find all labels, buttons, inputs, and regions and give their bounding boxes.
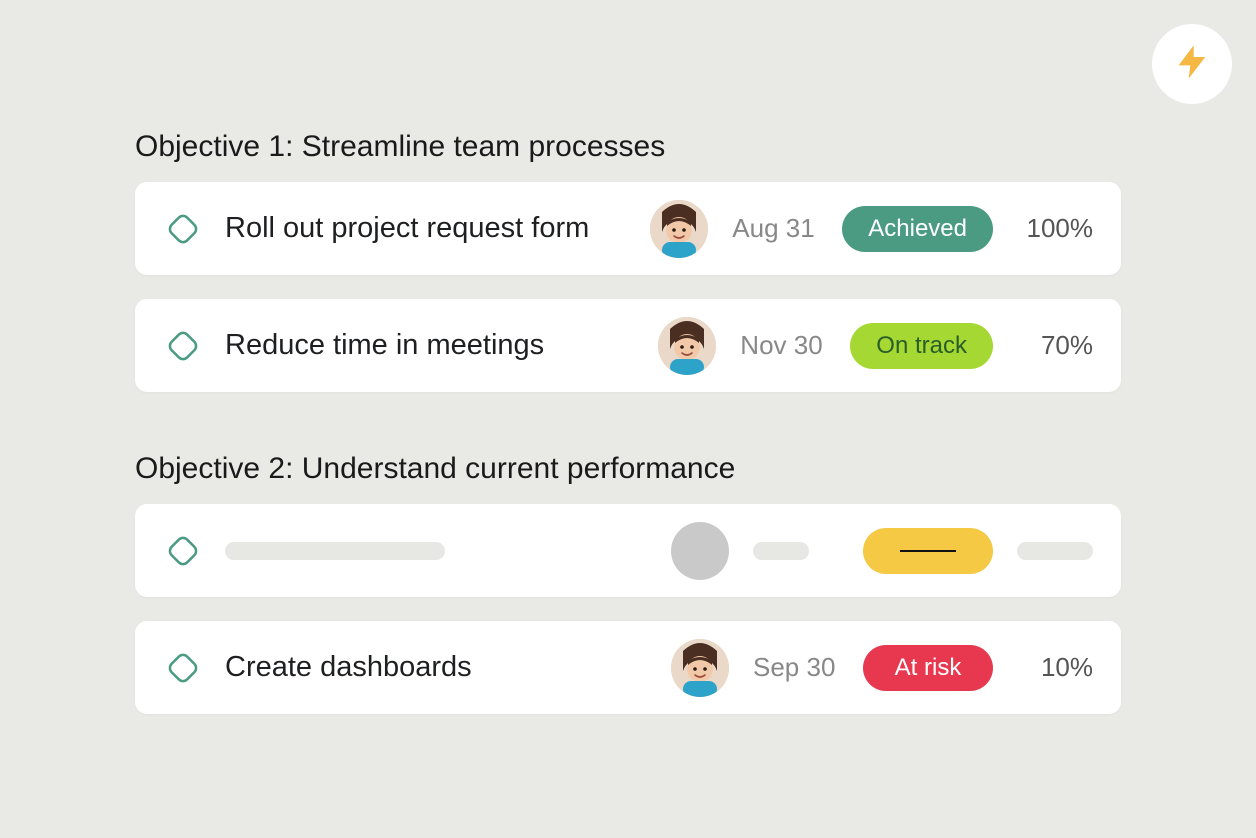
lightning-icon	[1172, 42, 1212, 87]
key-result-card[interactable]: Create dashboards Sep 30 At risk 10%	[135, 621, 1121, 714]
key-result-card[interactable]: Roll out project request form Aug 31 Ach…	[135, 182, 1121, 275]
skeleton-bar	[753, 542, 809, 560]
progress-value: 10%	[1017, 652, 1093, 683]
assignee-avatar[interactable]	[650, 200, 708, 258]
due-date: Nov 30	[740, 330, 838, 361]
due-date: Aug 31	[732, 213, 830, 244]
objectives-container: Objective 1: Streamline team processes R…	[0, 0, 1256, 714]
key-result-title: Reduce time in meetings	[225, 329, 658, 362]
assignee-avatar[interactable]	[671, 639, 729, 697]
key-result-title: Roll out project request form	[225, 212, 650, 245]
objective-group: Objective 2: Understand current performa…	[135, 452, 1121, 714]
diamond-icon	[163, 648, 203, 688]
status-badge-atrisk[interactable]: At risk	[863, 645, 993, 691]
key-result-title-placeholder	[225, 542, 671, 560]
diamond-icon	[163, 326, 203, 366]
objective-title: Objective 2: Understand current performa…	[135, 452, 1121, 486]
assignee-avatar[interactable]	[658, 317, 716, 375]
due-date: Sep 30	[753, 652, 851, 683]
skeleton-bar	[225, 542, 445, 560]
assignee-avatar-placeholder[interactable]	[671, 522, 729, 580]
lightning-badge	[1152, 24, 1232, 104]
objective-title: Objective 1: Streamline team processes	[135, 130, 1121, 164]
key-result-card-placeholder[interactable]	[135, 504, 1121, 597]
progress-value: 70%	[1017, 330, 1093, 361]
key-result-title: Create dashboards	[225, 651, 671, 684]
objective-group: Objective 1: Streamline team processes R…	[135, 130, 1121, 392]
status-badge-ontrack[interactable]: On track	[850, 323, 993, 369]
diamond-icon	[163, 209, 203, 249]
status-badge-placeholder[interactable]	[863, 528, 993, 574]
skeleton-bar	[1017, 542, 1093, 560]
progress-value: 100%	[1017, 213, 1093, 244]
diamond-icon	[163, 531, 203, 571]
status-badge-achieved[interactable]: Achieved	[842, 206, 993, 252]
key-result-card[interactable]: Reduce time in meetings Nov 30 On track …	[135, 299, 1121, 392]
